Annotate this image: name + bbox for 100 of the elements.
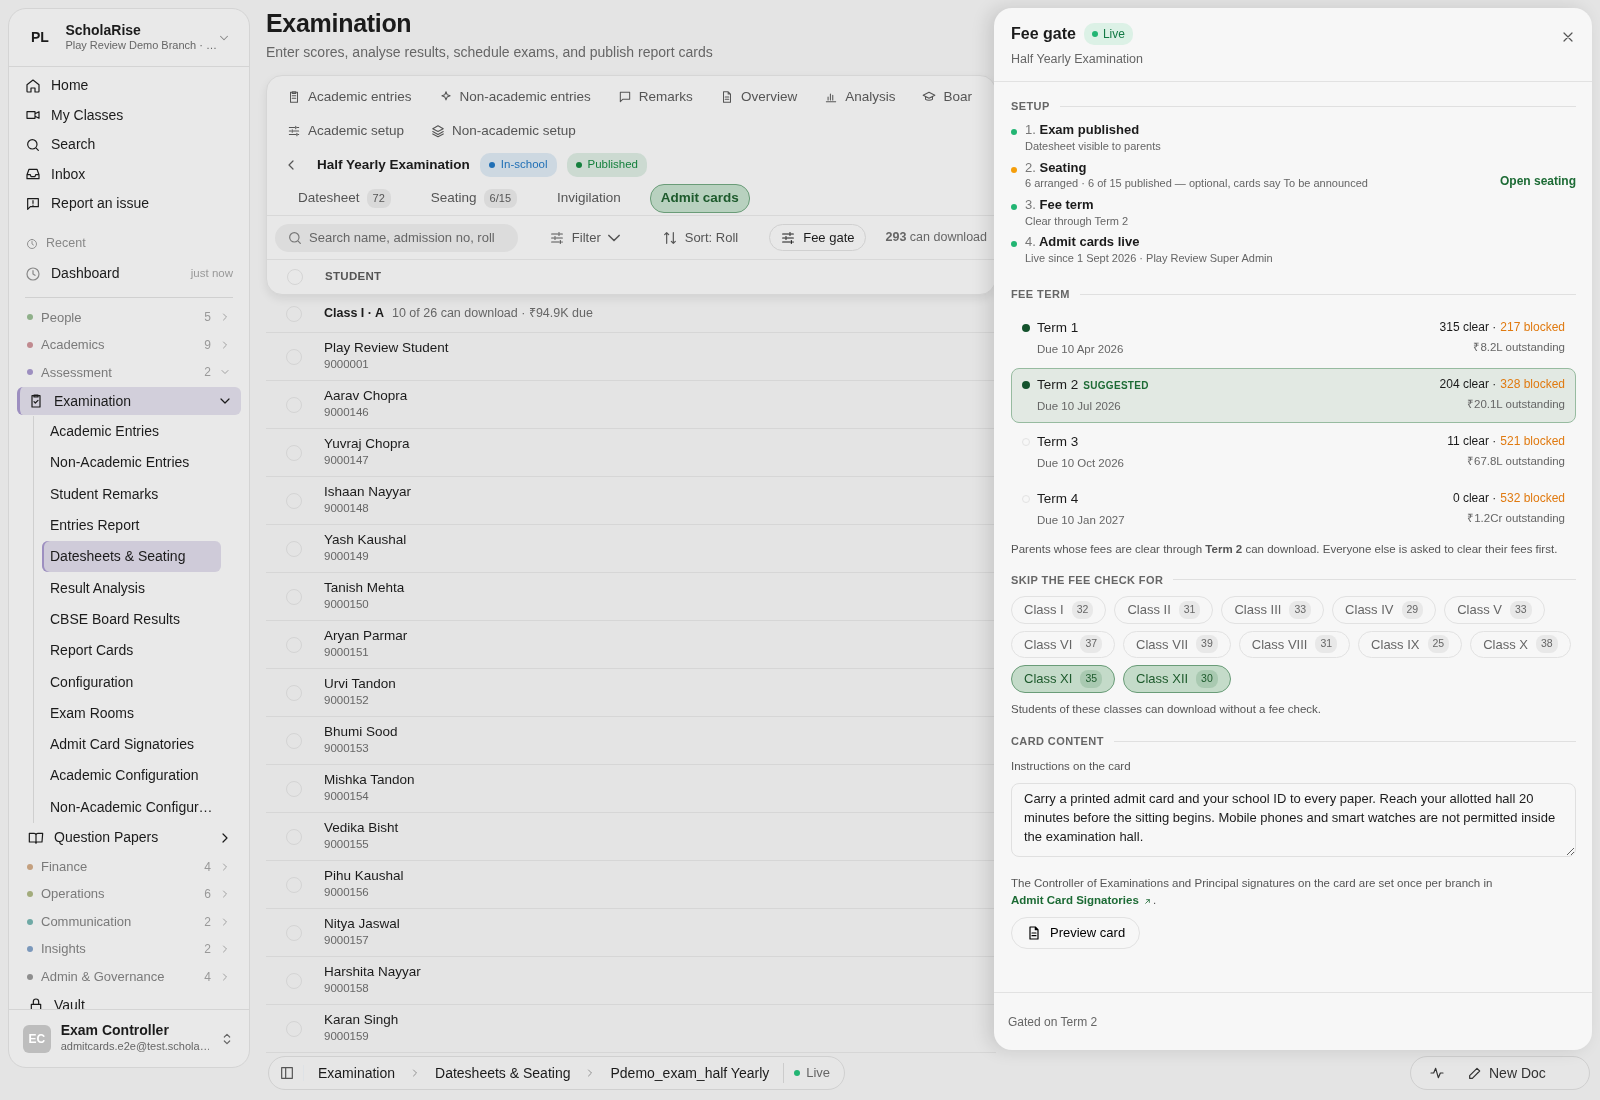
panel-title: Fee gate <box>1011 24 1076 44</box>
new-doc-button[interactable]: New Doc <box>1467 1062 1546 1084</box>
step-detail: Live since 1 Sept 2026 · Play Review Super Admin <box>1025 251 1273 266</box>
count: 2 <box>204 913 211 931</box>
admission-number: 9000151 <box>324 644 370 660</box>
document-icon <box>1026 925 1042 942</box>
breadcrumb-link[interactable]: Pdemo_exam_half Yearly <box>610 1062 770 1084</box>
filter-button[interactable]: Filter <box>537 223 631 252</box>
sort-icon <box>661 229 678 246</box>
status-label: Live <box>783 1063 831 1083</box>
step-title: 3. Fee term <box>1025 196 1095 214</box>
recent-item[interactable]: Dashboard just now <box>17 256 241 291</box>
count-badge: 33 <box>1510 600 1532 619</box>
student-name: Pihu Kaushal <box>324 867 404 884</box>
nav-item[interactable]: Academic Entries <box>42 416 221 448</box>
module-tab[interactable]: Analysis <box>824 86 896 108</box>
nav-item[interactable]: Datesheets & Seating <box>42 541 221 573</box>
nav-group[interactable]: Insights 2 <box>17 935 241 963</box>
nav-item[interactable]: Configuration <box>42 666 221 698</box>
nav-item[interactable]: My Classes <box>17 100 241 130</box>
sub-tab[interactable]: Datesheet 72 <box>287 184 402 213</box>
section-heading: FEE TERM <box>1011 286 1576 303</box>
class-chip[interactable]: Class XI 35 <box>1011 665 1116 693</box>
nav-item[interactable]: Admit Card Signatories <box>42 728 221 761</box>
nav-item[interactable]: Non-Academic Entries <box>42 447 221 479</box>
student-name: Aryan Parmar <box>324 627 408 644</box>
section-heading: SKIP THE FEE CHECK FOR <box>1011 571 1576 589</box>
term-option[interactable]: Term 2 SUGGESTED Due 10 Jul 2026 204 clear · 328 blocked ₹20.1L outstanding <box>1011 367 1576 423</box>
module-tab[interactable]: Academic setup <box>287 120 405 142</box>
term-option[interactable]: Term 3 Due 10 Oct 2026 11 clear · 521 blocked ₹67.8L outstanding <box>1011 424 1576 480</box>
class-chip[interactable]: Class XII 30 <box>1123 665 1231 693</box>
breadcrumb-link[interactable]: Datesheets & Seating <box>435 1062 571 1084</box>
group-title: Class I · A <box>324 305 384 323</box>
lock-icon <box>28 997 44 1009</box>
nav-item[interactable]: Student Remarks <box>42 478 221 510</box>
nav-group[interactable]: Operations 6 <box>17 880 241 908</box>
nav-item[interactable]: CBSE Board Results <box>42 603 221 636</box>
count: 2 <box>204 941 211 959</box>
admission-number: 9000153 <box>324 740 370 756</box>
module-tab[interactable]: Remarks <box>617 86 693 108</box>
step-title: 4. Admit cards live <box>1025 234 1141 251</box>
nav-item[interactable]: Search <box>17 130 241 160</box>
breadcrumb-link[interactable]: Examination <box>318 1062 396 1084</box>
count-badge: 31 <box>1315 635 1338 654</box>
clipboard-check-icon <box>28 393 44 409</box>
search-field[interactable]: Search name, admission no, roll <box>275 223 518 252</box>
brand-name: ScholaRise <box>65 23 142 39</box>
blocked-count: 328 blocked <box>1500 375 1565 393</box>
open-seating-link[interactable]: Open seating <box>1500 169 1576 192</box>
instructions-field[interactable]: Carry a printed admit card and your school ID to every paper. Reach your allotted hall 20 minutes before the sitting begins. Mobile phones and smart watches are not permitted inside the examination hall. <box>1011 782 1576 857</box>
nav-group[interactable]: Academics 9 <box>17 331 241 359</box>
nav-group[interactable]: Admin & Governance 4 <box>17 962 241 991</box>
activity-button[interactable] <box>1429 1065 1445 1081</box>
nav-item[interactable]: Non-Academic Configur… <box>42 791 221 823</box>
search-icon <box>25 136 41 153</box>
module-tab[interactable]: Academic entries <box>287 86 412 108</box>
nav-item[interactable]: Question Papers <box>17 823 241 852</box>
term-name: Term 2 <box>1037 375 1079 394</box>
step-detail: 6 arranged · 6 of 15 published — optional, cards say To be announced <box>1025 176 1368 192</box>
module-tab[interactable]: Non-academic entries <box>438 86 591 108</box>
sort-button[interactable]: Sort: Roll <box>650 223 750 252</box>
signatories-link[interactable]: Admit Card Signatories <box>1011 894 1153 907</box>
sub-tab[interactable]: Admit cards <box>649 184 750 213</box>
nav-item[interactable]: Report Cards <box>42 635 221 667</box>
nav-group[interactable]: Assessment 2 <box>17 358 241 386</box>
count-badge: 30 <box>1196 669 1218 688</box>
nav-group[interactable]: Finance 4 <box>17 852 241 881</box>
nav-item[interactable]: Result Analysis <box>42 572 221 604</box>
count: 4 <box>204 858 211 876</box>
signatories-note: The Controller of Examinations and Principal signatures on the card are set once per branch in Admit Card Signatories . <box>1011 875 1494 909</box>
due-date: Due 10 Jul 2026 <box>1037 399 1122 415</box>
count: 5 <box>204 309 211 327</box>
module-tab[interactable]: Boar <box>922 86 972 108</box>
status-badge: Live <box>1083 23 1133 45</box>
blocked-count: 521 blocked <box>1500 432 1565 450</box>
nav-item[interactable]: Exam Rooms <box>42 697 221 729</box>
timestamp: just now <box>190 265 233 281</box>
student-name: Nitya Jaswal <box>324 915 400 932</box>
student-name: Harshita Nayyar <box>324 963 421 980</box>
nav-group[interactable]: People 5 <box>17 303 241 331</box>
nav-item[interactable]: Home <box>17 71 241 101</box>
sub-tab[interactable]: Invigilation <box>546 184 632 213</box>
nav-item[interactable]: Report an issue <box>17 189 241 219</box>
fee-term-note: Parents whose fees are clear through Term 2 can download. Everyone else is asked to clear their fees first. <box>1011 541 1559 557</box>
module-tab[interactable]: Non-academic setup <box>431 120 576 142</box>
field-label: Instructions on the card <box>1011 758 1132 774</box>
count-badge: 6/15 <box>483 189 517 208</box>
search-icon <box>287 229 303 246</box>
nav-item[interactable]: Inbox <box>17 159 241 189</box>
nav-item[interactable]: Examination <box>17 387 241 415</box>
nav-group[interactable]: Communication 2 <box>17 907 241 936</box>
nav-item[interactable]: Entries Report <box>42 509 221 542</box>
nav-item[interactable]: Academic Configuration <box>42 760 221 792</box>
module-tab[interactable]: Overview <box>719 86 798 108</box>
nav-item[interactable]: Vault <box>17 991 241 1009</box>
sub-tab[interactable]: Seating 6/15 <box>419 184 528 213</box>
term-option[interactable]: Term 1 Due 10 Apr 2026 315 clear · 217 blocked ₹8.2L outstanding <box>1011 310 1576 366</box>
term-option[interactable]: Term 4 Due 10 Jan 2027 0 clear · 532 blocked ₹1.2Cr outstanding <box>1011 481 1576 537</box>
sidebar-toggle-button[interactable] <box>279 1065 304 1081</box>
outstanding-amount: ₹8.2L outstanding <box>1472 339 1565 355</box>
